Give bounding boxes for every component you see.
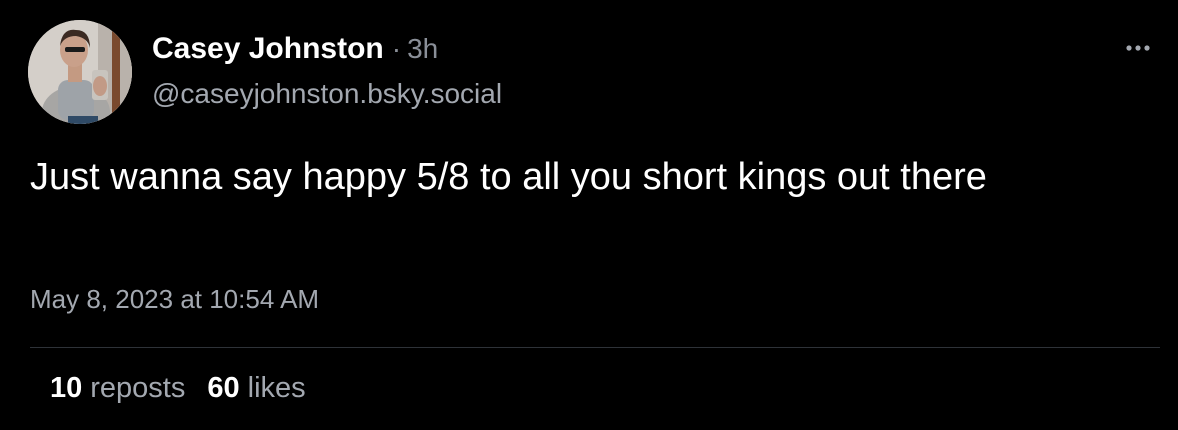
author-handle[interactable]: @caseyjohnston.bsky.social [152,78,502,110]
likes-stat[interactable]: 60 likes [207,372,305,405]
post-stats: 10 reposts 60 likes [50,372,306,405]
post-time-ago[interactable]: 3h [407,33,438,65]
avatar[interactable] [28,20,132,124]
reposts-count: 10 [50,372,83,404]
divider [30,347,1160,348]
avatar-photo [28,20,132,124]
reposts-label: reposts [90,372,186,404]
author-display-name[interactable]: Casey Johnston [152,32,384,66]
ellipsis-horizontal-icon [1126,45,1150,51]
more-options-button[interactable] [1118,34,1158,62]
reposts-stat[interactable]: 10 reposts [50,372,185,405]
post-timestamp: May 8, 2023 at 10:54 AM [30,284,320,314]
post-text: Just wanna say happy 5/8 to all you shor… [30,156,987,198]
author-name-row: Casey Johnston · 3h [152,32,438,72]
separator-dot: · [391,33,402,64]
likes-count: 60 [207,372,240,404]
likes-label: likes [247,372,306,404]
post-thread-item: Casey Johnston · 3h @caseyjohnston.bsky.… [0,0,1178,430]
